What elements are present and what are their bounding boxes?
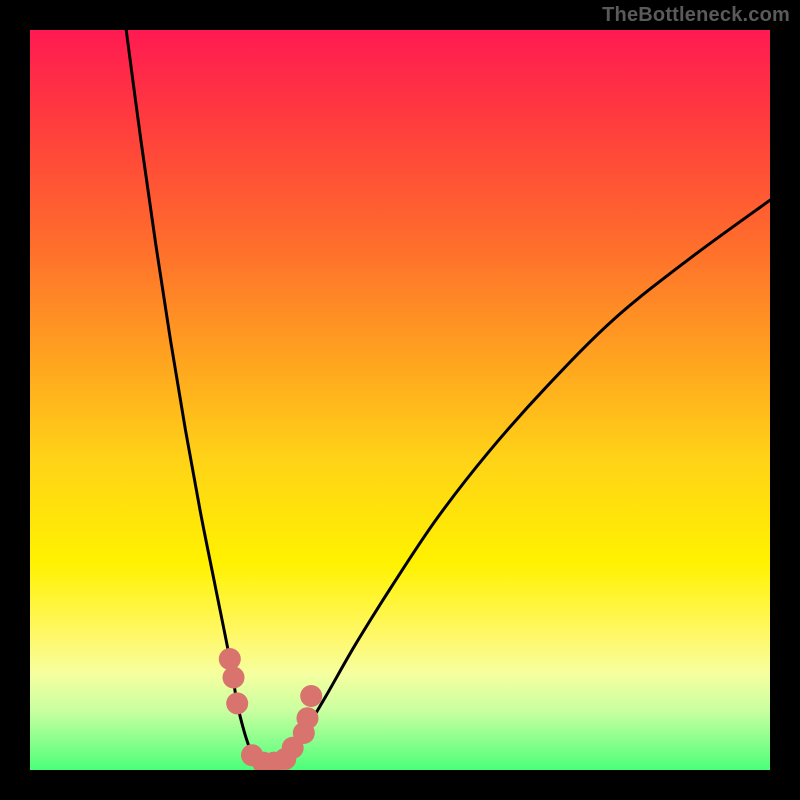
marker-point: [219, 648, 241, 670]
marker-point: [226, 692, 248, 714]
plot-area: [30, 30, 770, 770]
curve-layer: [30, 30, 770, 770]
marker-point: [223, 667, 245, 689]
watermark-text: TheBottleneck.com: [602, 4, 790, 27]
marker-point: [297, 707, 319, 729]
series-right-curve: [289, 200, 770, 755]
chart-frame: TheBottleneck.com: [0, 0, 800, 800]
marker-point: [300, 685, 322, 707]
series-left-curve: [126, 30, 252, 755]
